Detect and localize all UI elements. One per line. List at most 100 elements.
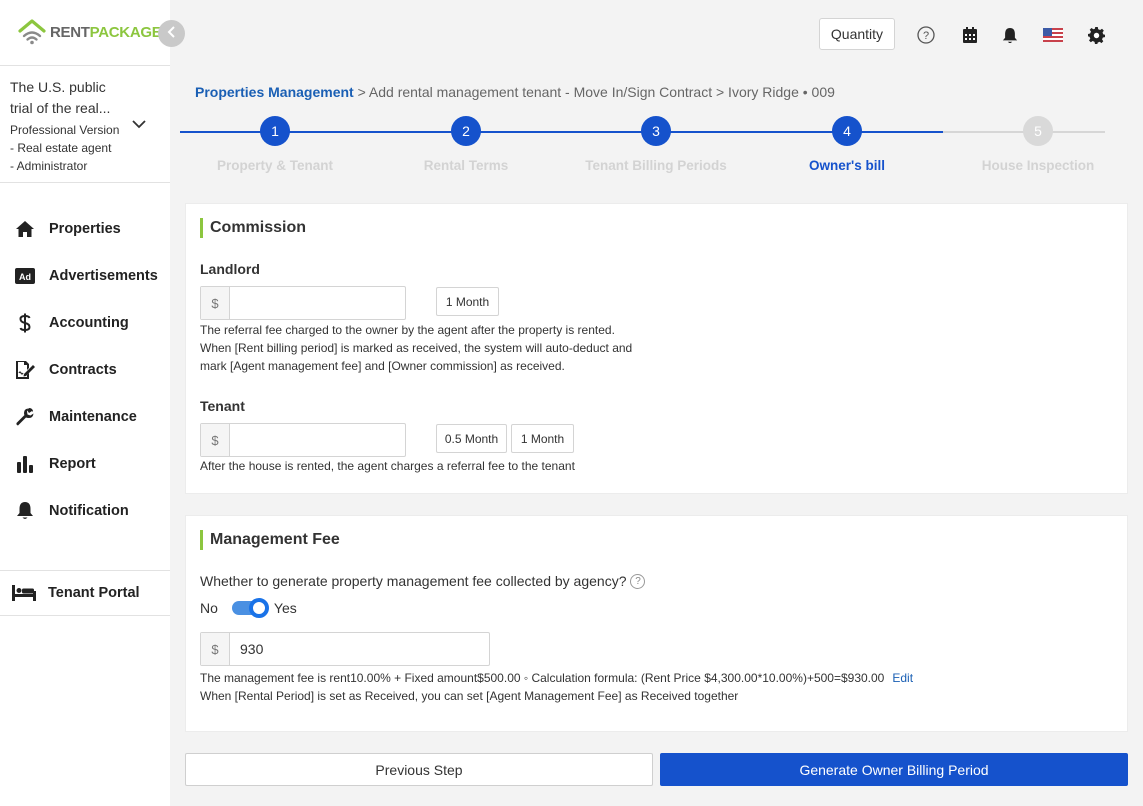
step-5: 5 House Inspection — [943, 116, 1133, 173]
logo-rent-text: RENT — [50, 23, 90, 41]
wrench-icon — [14, 406, 36, 428]
step-label: Tenant Billing Periods — [585, 158, 727, 173]
account-role-line2: - Real estate agent — [10, 141, 112, 155]
divider — [0, 65, 170, 66]
currency-prefix: $ — [201, 633, 230, 665]
commission-card: Commission Landlord $ 1 Month The referr… — [185, 203, 1128, 494]
previous-step-button[interactable]: Previous Step — [185, 753, 653, 786]
ad-icon: Ad — [14, 265, 36, 287]
chevron-left-icon — [167, 25, 177, 43]
tenant-help: After the house is rented, the agent cha… — [200, 459, 575, 473]
management-fee-title: Management Fee — [200, 530, 340, 550]
landlord-commission-input[interactable] — [230, 287, 404, 319]
us-flag-icon[interactable] — [1042, 24, 1064, 46]
divider — [0, 182, 170, 183]
step-number: 4 — [832, 116, 862, 146]
toggle-yes-label: Yes — [273, 600, 297, 616]
currency-prefix: $ — [201, 287, 230, 319]
management-fee-question: Whether to generate property management … — [200, 573, 646, 589]
sidebar-item-advertisements[interactable]: Ad Advertisements — [0, 252, 170, 299]
step-2: 2 Rental Terms — [371, 116, 561, 173]
step-3: 3 Tenant Billing Periods — [561, 116, 751, 173]
step-1: 1 Property & Tenant — [180, 116, 370, 173]
breadcrumb: Properties Management > Add rental manag… — [195, 84, 835, 100]
step-number: 2 — [451, 116, 481, 146]
step-label: Rental Terms — [423, 158, 509, 173]
dollar-icon — [14, 312, 36, 334]
landlord-help-line1: The referral fee charged to the owner by… — [200, 323, 615, 337]
account-name-line1: The U.S. public — [10, 79, 106, 95]
home-icon — [14, 218, 36, 240]
sidebar-item-label: Accounting — [49, 314, 129, 331]
calendar-icon[interactable] — [959, 24, 981, 46]
sidebar-item-maintenance[interactable]: Maintenance — [0, 393, 170, 440]
tenant-commission-input-group: $ — [200, 423, 406, 457]
sidebar-item-label: Maintenance — [49, 408, 137, 425]
landlord-commission-input-group: $ — [200, 286, 406, 320]
step-label: Owner's bill — [809, 158, 885, 173]
edit-formula-link[interactable]: Edit — [892, 671, 913, 685]
sidebar-item-properties[interactable]: Properties — [0, 205, 170, 252]
step-number: 5 — [1023, 116, 1053, 146]
account-role-line3: - Administrator — [10, 159, 88, 173]
breadcrumb-rest: > Add rental management tenant - Move In… — [353, 84, 835, 100]
quantity-button[interactable]: Quantity — [819, 18, 895, 50]
progress-stepper: 1 Property & Tenant 2 Rental Terms 3 Ten… — [180, 116, 1105, 176]
breadcrumb-root-link[interactable]: Properties Management — [195, 84, 354, 100]
tenant-half-month-chip[interactable]: 0.5 Month — [436, 424, 507, 453]
top-bar: Quantity ? — [170, 0, 1143, 66]
bar-chart-icon — [14, 453, 36, 475]
generate-owner-billing-button[interactable]: Generate Owner Billing Period — [660, 753, 1128, 786]
management-fee-card: Management Fee Whether to generate prope… — [185, 515, 1128, 732]
contract-sign-icon — [14, 359, 36, 381]
management-fee-formula: The management fee is rent10.00% + Fixed… — [200, 669, 913, 687]
tenant-commission-input[interactable] — [230, 424, 404, 456]
management-fee-input[interactable] — [230, 633, 488, 665]
help-circle-icon[interactable]: ? — [915, 24, 937, 46]
commission-title: Commission — [200, 218, 306, 238]
landlord-help-line3: mark [Agent management fee] and [Owner c… — [200, 359, 565, 373]
step-label: Property & Tenant — [216, 158, 333, 173]
toggle-knob — [248, 598, 269, 618]
management-fee-help: When [Rental Period] is set as Received,… — [200, 689, 739, 703]
sidebar-item-label: Tenant Portal — [48, 585, 140, 601]
tenant-label: Tenant — [200, 398, 245, 414]
landlord-label: Landlord — [200, 261, 260, 277]
wifi-house-logo-icon — [18, 19, 46, 45]
currency-prefix: $ — [201, 424, 230, 456]
sidebar-item-label: Report — [49, 455, 96, 472]
logo-package-text: PACKAGE — [89, 23, 162, 41]
gear-icon[interactable] — [1085, 24, 1107, 46]
sidebar-item-contracts[interactable]: Contracts — [0, 346, 170, 393]
bed-icon — [12, 582, 36, 604]
management-fee-input-group: $ — [200, 632, 490, 666]
svg-text:?: ? — [923, 30, 929, 42]
toggle-no-label: No — [200, 600, 218, 616]
sidebar-item-label: Notification — [49, 502, 129, 519]
landlord-help-line2: When [Rent billing period] is marked as … — [200, 341, 633, 355]
sidebar-item-label: Contracts — [49, 361, 117, 378]
management-fee-toggle[interactable] — [231, 598, 269, 618]
logo[interactable]: RENTPACKAGE — [18, 18, 162, 46]
help-circle-icon[interactable]: ? — [630, 573, 646, 589]
sidebar-nav: Properties Ad Advertisements Accounting … — [0, 205, 170, 534]
step-number: 1 — [260, 116, 290, 146]
sidebar-item-accounting[interactable]: Accounting — [0, 299, 170, 346]
bell-icon[interactable] — [999, 24, 1021, 46]
formula-text: The management fee is rent10.00% + Fixed… — [200, 671, 885, 685]
sidebar-item-notification[interactable]: Notification — [0, 487, 170, 534]
step-number: 3 — [641, 116, 671, 146]
step-4: 4 Owner's bill — [752, 116, 942, 173]
sidebar-item-report[interactable]: Report — [0, 440, 170, 487]
sidebar-item-label: Advertisements — [49, 267, 158, 284]
step-label: House Inspection — [981, 158, 1095, 173]
tenant-1-month-chip[interactable]: 1 Month — [511, 424, 574, 453]
sidebar-item-label: Properties — [49, 220, 121, 237]
management-fee-toggle-row: No Yes — [200, 598, 297, 618]
collapse-sidebar-button[interactable] — [158, 20, 185, 47]
sidebar-item-tenant-portal[interactable]: Tenant Portal — [0, 570, 170, 616]
svg-text:Ad: Ad — [19, 272, 31, 282]
landlord-1-month-chip[interactable]: 1 Month — [436, 287, 499, 316]
question-text: Whether to generate property management … — [200, 573, 627, 589]
chevron-down-icon[interactable] — [132, 116, 146, 134]
